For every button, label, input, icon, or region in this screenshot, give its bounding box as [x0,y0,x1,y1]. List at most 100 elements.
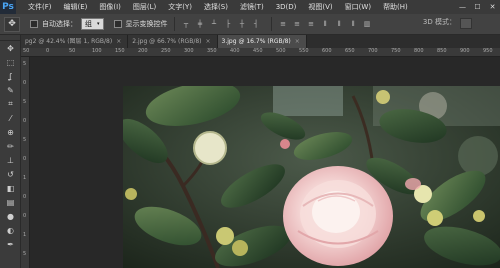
tab-label: 3.jpg @ 16.7% (RGB/8) [221,38,291,45]
distribute-left-icon[interactable]: ⦀ [320,19,331,29]
ruler-tick-label: 1 [23,175,27,181]
auto-select-value: 组 [85,20,92,28]
pen-icon[interactable]: ✒ [0,237,21,251]
show-transform-label: 显示变换控件 [125,20,168,28]
document-image[interactable] [123,86,500,268]
ruler-tick-label: 5 [23,137,27,143]
menu-type[interactable]: 文字(Y) [162,0,198,14]
marquee-icon[interactable]: ⬚ [0,55,21,69]
align-left-icon[interactable]: ├ [223,19,234,29]
options-bar: ✥ 自动选择： 组 ▾ 显示变换控件 ┬ ╪ ┴ ├ ┼ ┤ ≡ ≡ ≡ ⦀ ⦀ … [0,14,500,35]
menu-edit[interactable]: 编辑(E) [58,0,94,14]
distribute-bottom-icon[interactable]: ≡ [306,19,317,29]
maximize-button[interactable]: ☐ [470,0,485,14]
menu-list: 文件(F) 编辑(E) 图像(I) 图层(L) 文字(Y) 选择(S) 滤镜(T… [22,0,414,14]
menu-image[interactable]: 图像(I) [93,0,127,14]
tools-panel: ✥ ⬚ ʆ ✎ ⌗ ⁄ ⊕ ✏ ⊥ ↺ ◧ ▤ ● ◐ ✒ [0,35,21,268]
window-controls: — ☐ ✕ [455,0,500,14]
ruler-tick-label: 650 [345,48,355,54]
crop-icon[interactable]: ⌗ [0,97,21,111]
ruler-tick-label: 5 [23,99,27,105]
auto-select-label: 自动选择： [42,20,77,28]
ruler-tick-label: 150 [115,48,125,54]
ruler-tick-label: 550 [299,48,309,54]
distribute-right-icon[interactable]: ⦀ [348,19,359,29]
tab-label: 2.jpg @ 66.7% (RGB/8) [132,38,202,45]
auto-select-dropdown[interactable]: 组 ▾ [81,18,104,30]
mode-3d-button[interactable] [460,18,472,29]
ruler-tick-label: 50 [23,48,30,54]
close-button[interactable]: ✕ [485,0,500,14]
ruler-tick-label: 850 [437,48,447,54]
align-middle-icon[interactable]: ╪ [195,19,206,29]
healing-brush-icon[interactable]: ⊕ [0,125,21,139]
ruler-tick-label: 100 [92,48,102,54]
tab-pg2[interactable]: pg2 @ 42.4% (图层 1, RGB/8) × [21,35,129,48]
blur-icon[interactable]: ● [0,209,21,223]
ruler-horizontal[interactable]: 50 0 50 100 150 200 250 300 350 400 450 500 550 600 65… [21,48,500,57]
app-logo: Ps [0,0,16,14]
ruler-tick-label: 0 [23,213,27,219]
quick-select-icon[interactable]: ✎ [0,83,21,97]
menu-file[interactable]: 文件(F) [22,0,58,14]
camellia-photo [123,86,500,268]
ruler-tick-label: 250 [161,48,171,54]
ruler-tick-label: 450 [253,48,263,54]
show-transform-checkbox[interactable] [113,20,122,28]
menu-view[interactable]: 视图(V) [302,0,338,14]
lasso-icon[interactable]: ʆ [0,69,21,83]
menu-select[interactable]: 选择(S) [198,0,234,14]
align-center-icon[interactable]: ┼ [237,19,248,29]
move-tool-icon[interactable]: ✥ [4,16,20,32]
menu-filter[interactable]: 滤镜(T) [234,0,270,14]
menu-3d[interactable]: 3D(D) [270,0,303,14]
ruler-vertical[interactable]: 5 0 5 0 5 0 1 0 0 1 5 [21,57,30,268]
ruler-tick-label: 750 [391,48,401,54]
ruler-tick-label: 0 [46,48,50,54]
ruler-tick-label: 500 [276,48,286,54]
ruler-tick-label: 0 [23,156,27,162]
menu-bar: Ps 文件(F) 编辑(E) 图像(I) 图层(L) 文字(Y) 选择(S) 滤… [0,0,500,14]
close-icon[interactable]: × [295,38,300,45]
document-tabs: pg2 @ 42.4% (图层 1, RGB/8) × 2.jpg @ 66.7%… [0,35,500,48]
history-brush-icon[interactable]: ↺ [0,167,21,181]
ruler-tick-label: 0 [23,118,27,124]
divider [270,17,272,31]
ruler-tick-label: 5 [23,61,27,67]
tab-label: pg2 @ 42.4% (图层 1, RGB/8) [25,38,113,45]
dodge-icon[interactable]: ◐ [0,223,21,237]
menu-window[interactable]: 窗口(W) [339,0,377,14]
ruler-tick-label: 300 [184,48,194,54]
distribute-center-icon[interactable]: ⦀ [334,19,345,29]
move-icon[interactable]: ✥ [0,41,21,55]
eraser-icon[interactable]: ◧ [0,181,21,195]
menu-help[interactable]: 帮助(H) [377,0,414,14]
tab-2-jpg[interactable]: 2.jpg @ 66.7% (RGB/8) × [128,35,218,48]
brush-icon[interactable]: ✏ [0,139,21,153]
align-right-icon[interactable]: ┤ [251,19,262,29]
align-bottom-icon[interactable]: ┴ [209,19,220,29]
menu-layer[interactable]: 图层(L) [127,0,162,14]
ruler-tick-label: 600 [322,48,332,54]
ruler-tick-label: 700 [368,48,378,54]
ruler-tick-label: 200 [138,48,148,54]
ruler-tick-label: 1 [23,232,27,238]
chevron-down-icon: ▾ [97,21,100,27]
close-icon[interactable]: × [116,38,121,45]
minimize-button[interactable]: — [455,0,470,14]
auto-select-checkbox[interactable] [30,20,38,28]
distribute-top-icon[interactable]: ≡ [278,19,289,29]
ruler-tick-label: 0 [23,194,27,200]
gradient-icon[interactable]: ▤ [0,195,21,209]
clone-stamp-icon[interactable]: ⊥ [0,153,21,167]
canvas-area[interactable] [30,57,500,268]
auto-align-icon[interactable]: ▥ [362,19,373,29]
eyedropper-icon[interactable]: ⁄ [0,111,21,125]
close-icon[interactable]: × [206,38,211,45]
ruler-tick-label: 350 [207,48,217,54]
ruler-tick-label: 950 [483,48,493,54]
align-top-icon[interactable]: ┬ [181,19,192,29]
distribute-middle-icon[interactable]: ≡ [292,19,303,29]
tab-3-jpg[interactable]: 3.jpg @ 16.7% (RGB/8) × [217,35,307,48]
photoshop-window: Ps 文件(F) 编辑(E) 图像(I) 图层(L) 文字(Y) 选择(S) 滤… [0,0,500,268]
